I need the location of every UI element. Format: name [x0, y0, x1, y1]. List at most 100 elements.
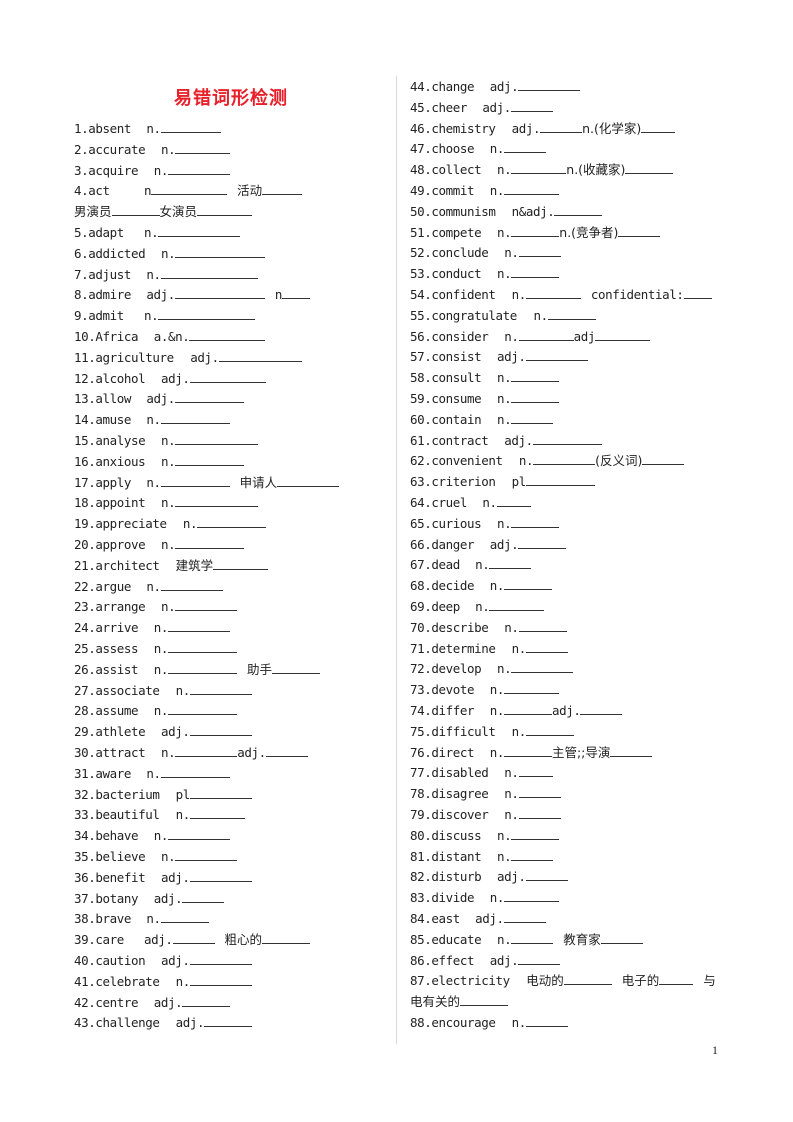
answer-blank[interactable] — [167, 826, 230, 841]
answer-blank[interactable] — [641, 119, 676, 133]
answer-blank[interactable] — [525, 639, 568, 653]
answer-blank[interactable] — [160, 410, 230, 425]
answer-blank[interactable] — [683, 285, 712, 299]
answer-blank[interactable] — [533, 451, 596, 466]
answer-blank[interactable] — [503, 888, 559, 903]
answer-blank[interactable] — [213, 556, 269, 570]
answer-blank[interactable] — [518, 784, 561, 799]
answer-blank[interactable] — [503, 576, 552, 591]
answer-blank[interactable] — [659, 971, 694, 986]
answer-blank[interactable] — [160, 119, 221, 133]
answer-blank[interactable] — [189, 972, 252, 986]
answer-blank[interactable] — [218, 348, 302, 362]
answer-blank[interactable] — [503, 139, 546, 154]
answer-blank[interactable] — [189, 785, 252, 799]
answer-blank[interactable] — [167, 701, 237, 716]
answer-blank[interactable] — [174, 285, 265, 300]
answer-blank[interactable] — [189, 369, 266, 383]
answer-blank[interactable] — [525, 722, 574, 736]
answer-blank[interactable] — [503, 680, 559, 695]
answer-blank[interactable] — [172, 930, 215, 945]
answer-blank[interactable] — [174, 389, 244, 404]
answer-blank[interactable] — [503, 181, 559, 195]
answer-blank[interactable] — [175, 847, 238, 861]
answer-blank[interactable] — [532, 431, 602, 445]
answer-blank[interactable] — [525, 285, 581, 299]
answer-blank[interactable] — [175, 597, 238, 612]
answer-blank[interactable] — [182, 889, 225, 903]
answer-blank[interactable] — [189, 805, 245, 820]
answer-blank[interactable] — [204, 1013, 253, 1028]
answer-blank[interactable] — [511, 659, 574, 674]
answer-blank[interactable] — [642, 451, 685, 466]
answer-blank[interactable] — [503, 701, 552, 715]
answer-blank[interactable] — [518, 327, 574, 341]
answer-blank[interactable] — [197, 202, 253, 217]
answer-blank[interactable] — [189, 327, 266, 341]
answer-blank[interactable] — [525, 867, 568, 882]
answer-blank[interactable] — [175, 140, 231, 154]
answer-blank[interactable] — [511, 389, 560, 403]
answer-blank[interactable] — [189, 722, 252, 737]
answer-blank[interactable] — [600, 930, 643, 944]
answer-blank[interactable] — [511, 223, 560, 237]
answer-blank[interactable] — [625, 160, 674, 175]
answer-blank[interactable] — [580, 701, 623, 715]
answer-blank[interactable] — [262, 930, 311, 945]
answer-blank[interactable] — [182, 993, 231, 1007]
answer-blank[interactable] — [175, 743, 238, 757]
answer-blank[interactable] — [511, 410, 554, 424]
answer-blank[interactable] — [151, 181, 228, 196]
answer-blank[interactable] — [503, 743, 552, 757]
answer-blank[interactable] — [489, 597, 545, 611]
answer-blank[interactable] — [167, 660, 237, 674]
answer-blank[interactable] — [167, 618, 230, 633]
answer-blank[interactable] — [511, 826, 560, 840]
answer-blank[interactable] — [540, 119, 583, 133]
answer-blank[interactable] — [265, 743, 308, 757]
answer-blank[interactable] — [503, 909, 546, 923]
answer-blank[interactable] — [282, 285, 311, 300]
answer-blank[interactable] — [160, 764, 230, 778]
answer-blank[interactable] — [189, 868, 252, 882]
answer-blank[interactable] — [518, 805, 561, 819]
answer-blank[interactable] — [610, 743, 653, 757]
answer-blank[interactable] — [160, 577, 223, 591]
answer-blank[interactable] — [175, 244, 266, 258]
answer-blank[interactable] — [525, 1013, 568, 1027]
answer-blank[interactable] — [175, 431, 259, 445]
answer-blank[interactable] — [511, 847, 554, 861]
answer-blank[interactable] — [189, 951, 252, 965]
answer-blank[interactable] — [594, 327, 650, 341]
answer-blank[interactable] — [518, 77, 581, 91]
answer-blank[interactable] — [511, 160, 567, 175]
answer-blank[interactable] — [489, 555, 532, 570]
answer-blank[interactable] — [518, 763, 553, 778]
answer-blank[interactable] — [511, 264, 560, 279]
answer-blank[interactable] — [167, 161, 230, 175]
answer-blank[interactable] — [510, 98, 553, 112]
answer-blank[interactable] — [197, 514, 267, 529]
answer-blank[interactable] — [175, 493, 259, 508]
answer-blank[interactable] — [554, 202, 603, 216]
answer-blank[interactable] — [158, 306, 256, 321]
answer-blank[interactable] — [160, 909, 209, 924]
answer-blank[interactable] — [160, 265, 258, 279]
answer-blank[interactable] — [277, 473, 340, 487]
answer-blank[interactable] — [563, 971, 612, 986]
answer-blank[interactable] — [496, 493, 531, 507]
answer-blank[interactable] — [271, 660, 320, 674]
answer-blank[interactable] — [525, 347, 588, 362]
answer-blank[interactable] — [511, 930, 554, 944]
answer-blank[interactable] — [175, 535, 245, 549]
answer-blank[interactable] — [547, 306, 596, 320]
answer-blank[interactable] — [175, 452, 245, 466]
answer-blank[interactable] — [167, 639, 237, 653]
answer-blank[interactable] — [262, 181, 303, 196]
answer-blank[interactable] — [511, 514, 560, 528]
answer-blank[interactable] — [518, 951, 561, 965]
answer-blank[interactable] — [511, 368, 560, 383]
answer-blank[interactable] — [518, 243, 561, 258]
answer-blank[interactable] — [111, 202, 160, 217]
answer-blank[interactable] — [518, 618, 567, 632]
